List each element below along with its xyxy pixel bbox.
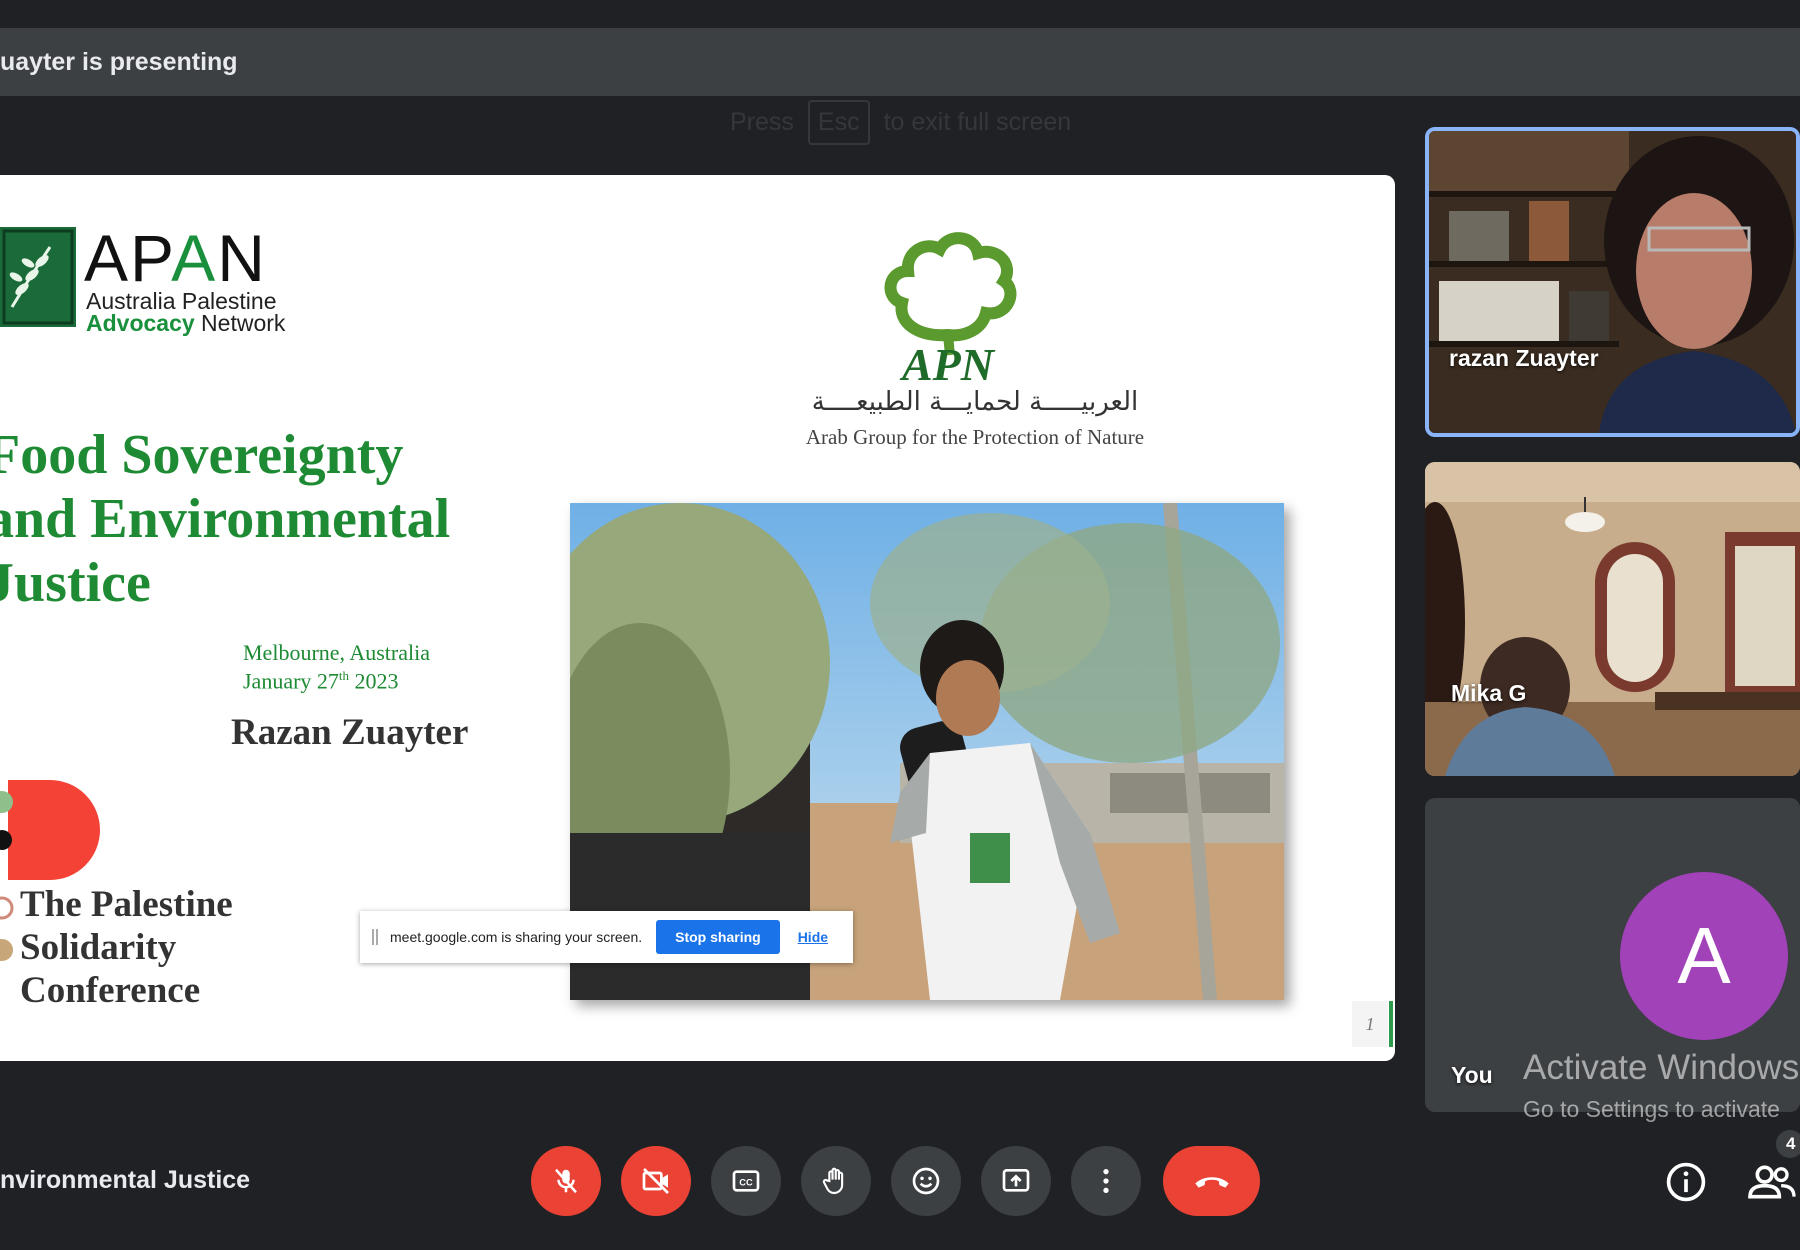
participant-name: You xyxy=(1451,1062,1493,1088)
apan-advocacy: Advocacy xyxy=(86,310,195,336)
activate-windows-subtitle: Go to Settings to activate xyxy=(1523,1096,1780,1122)
event-date-year: 2023 xyxy=(349,668,399,694)
reactions-button[interactable] xyxy=(891,1146,961,1216)
presented-slide: APAN Australia Palestine Advocacy Networ… xyxy=(0,175,1395,1061)
people-icon[interactable] xyxy=(1744,1160,1800,1204)
mic-off-icon xyxy=(555,1168,577,1194)
apn-tree-logo-icon: APN xyxy=(884,232,1017,385)
avatar: A xyxy=(1620,872,1788,1040)
captions-button[interactable]: CC xyxy=(711,1146,781,1216)
mic-toggle-button[interactable] xyxy=(531,1146,601,1216)
hint-press: Press xyxy=(730,107,794,136)
present-screen-button[interactable] xyxy=(981,1146,1051,1216)
drag-handle-icon[interactable] xyxy=(372,929,378,945)
participant-video xyxy=(1429,131,1796,433)
event-date-prefix: January 27 xyxy=(243,668,339,694)
top-strip xyxy=(0,0,1800,28)
apan-subtitle-line2: Advocacy Network xyxy=(86,310,285,337)
participant-video xyxy=(1425,462,1800,776)
presenting-bar: uayter is presenting xyxy=(0,28,1800,96)
present-screen-icon xyxy=(1002,1169,1030,1192)
participant-name: Mika G xyxy=(1451,680,1527,706)
event-date-sup: th xyxy=(338,668,350,683)
slide-title: Food Sovereignty and Environmental Justi… xyxy=(0,423,506,615)
raise-hand-icon xyxy=(822,1167,844,1195)
captions-icon: CC xyxy=(732,1170,760,1192)
conference-name: The Palestine Solidarity Conference xyxy=(20,883,233,1012)
apn-english-name: Arab Group for the Protection of Nature xyxy=(805,425,1145,449)
leave-call-button[interactable] xyxy=(1163,1146,1260,1216)
hint-rest: to exit full screen xyxy=(883,107,1072,136)
svg-text:CC: CC xyxy=(739,1178,753,1188)
apan-title-suffix: N xyxy=(217,221,267,295)
slide-page-marker xyxy=(1389,1001,1393,1047)
more-options-icon xyxy=(1103,1169,1109,1193)
slide-title-line: and Environmental xyxy=(0,488,451,550)
more-options-button[interactable] xyxy=(1071,1146,1141,1216)
end-call-icon xyxy=(1194,1177,1229,1188)
apan-title-green: A xyxy=(171,221,218,295)
apn-logo-text: APN xyxy=(899,339,996,385)
participant-tile-razan[interactable]: razan Zuayter xyxy=(1425,127,1800,437)
hide-banner-link[interactable]: Hide xyxy=(798,929,828,945)
presenter-name: Razan Zuayter xyxy=(231,712,469,753)
meeting-details-icon[interactable] xyxy=(1664,1160,1708,1204)
raise-hand-button[interactable] xyxy=(801,1146,871,1216)
people-count-badge: 4 xyxy=(1776,1130,1800,1158)
share-banner-text: meet.google.com is sharing your screen. xyxy=(390,929,643,945)
camera-toggle-button[interactable] xyxy=(621,1146,691,1216)
emoji-icon xyxy=(912,1167,940,1195)
activate-windows-title: Activate Windows xyxy=(1523,1048,1800,1087)
conference-line: The Palestine xyxy=(20,884,233,925)
conference-line: Solidarity xyxy=(20,927,177,968)
apan-title: APAN xyxy=(84,220,267,296)
slide-title-line: Food Sovereignty xyxy=(0,424,404,486)
conference-line: Conference xyxy=(20,970,201,1011)
slide-page-number: 1 xyxy=(1352,1001,1388,1047)
stop-sharing-button[interactable]: Stop sharing xyxy=(656,920,780,954)
presenting-text: uayter is presenting xyxy=(0,48,238,76)
slide-title-line: Justice xyxy=(0,552,151,614)
event-date: January 27th 2023 xyxy=(243,668,399,694)
participant-tile-mika[interactable]: Mika G xyxy=(1425,462,1800,776)
meeting-title: nvironmental Justice xyxy=(0,1166,251,1194)
apan-logo-icon xyxy=(0,227,76,327)
event-place: Melbourne, Australia xyxy=(243,640,430,665)
screen-share-banner: meet.google.com is sharing your screen. … xyxy=(360,911,853,963)
apn-arabic-name: العربيـــــة لحمايـــة الطبيعــــة xyxy=(811,387,1139,417)
participant-name: razan Zuayter xyxy=(1449,345,1599,371)
fullscreen-hint: Press Esc to exit full screen xyxy=(730,99,1072,145)
apan-title-prefix: AP xyxy=(84,221,172,295)
apan-network: Network xyxy=(194,310,286,336)
camera-off-icon xyxy=(642,1168,669,1194)
esc-key: Esc xyxy=(807,99,870,145)
